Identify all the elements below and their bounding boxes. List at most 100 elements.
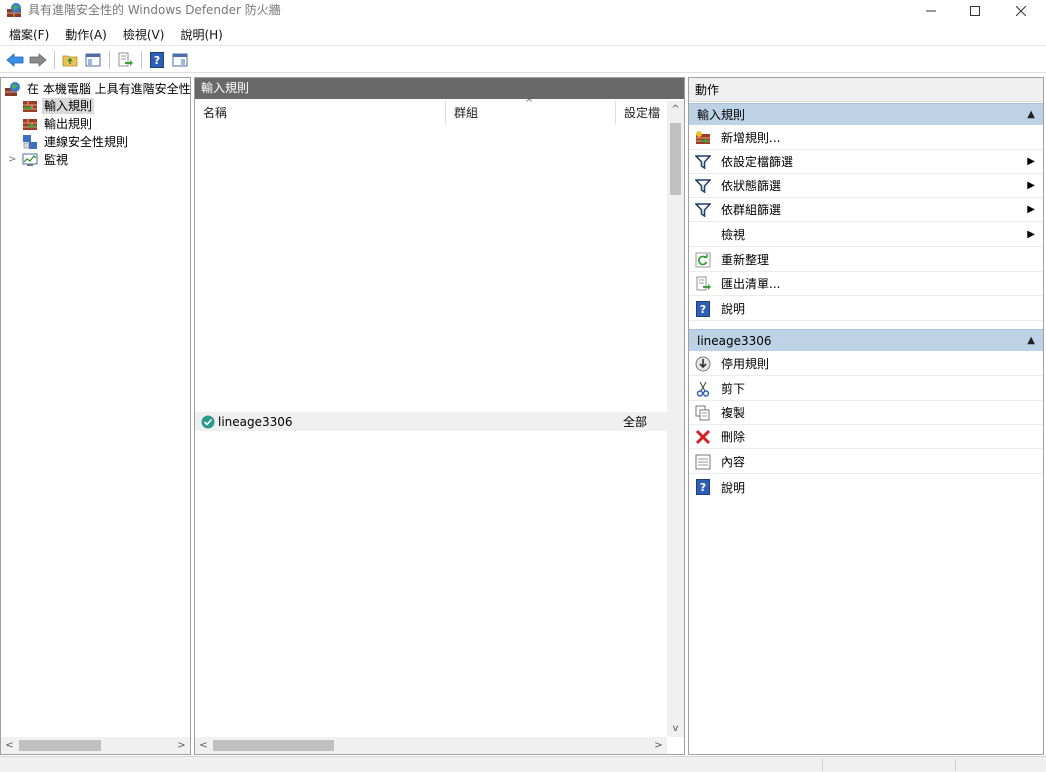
maximize-icon [970, 6, 980, 16]
export-list-button[interactable] [114, 49, 136, 71]
action-export-list[interactable]: 匯出清單... [689, 272, 1043, 296]
rules-vertical-scrollbar[interactable]: ^ v [667, 101, 684, 737]
column-header-name[interactable]: 名稱 [195, 101, 446, 125]
window-title: 具有進階安全性的 Windows Defender 防火牆 [28, 3, 281, 17]
scroll-up-icon[interactable]: ^ [667, 101, 684, 118]
action-help-rule[interactable]: ? 說明 [689, 475, 1043, 499]
folder-up-icon [62, 55, 78, 66]
status-bar [0, 756, 1046, 772]
scroll-left-icon[interactable]: < [195, 737, 212, 754]
toolbar-separator [141, 50, 142, 69]
action-label: 檢視 [721, 228, 746, 242]
minimize-button[interactable] [908, 0, 954, 22]
firewall-app-icon [7, 3, 21, 17]
menu-action[interactable]: 動作(A) [57, 24, 115, 46]
scroll-thumb[interactable] [670, 123, 681, 195]
action-filter-by-profile[interactable]: 依設定檔篩選 ▶ [689, 150, 1043, 174]
action-label: 新增規則... [721, 131, 781, 145]
rules-list-pane: 輸入規則 ^ 名稱 群組 設定檔 lineage3306 全部 ^ v < > [194, 77, 685, 755]
expand-chevron-icon[interactable]: > [8, 154, 16, 165]
show-hide-action-pane-button[interactable] [169, 49, 191, 71]
action-refresh[interactable]: 重新整理 [689, 248, 1043, 272]
inbound-rules-icon [23, 101, 37, 112]
section-header-label: 輸入規則 [697, 108, 746, 122]
submenu-arrow-icon: ▶ [1027, 156, 1035, 167]
toolbar-separator [109, 50, 110, 69]
help-button[interactable]: ? [146, 49, 168, 71]
table-row[interactable]: lineage3306 全部 [195, 412, 667, 431]
forward-arrow-icon [29, 52, 47, 67]
up-level-button[interactable] [59, 49, 81, 71]
action-label: 依群組篩選 [721, 203, 782, 217]
menu-view[interactable]: 檢視(V) [115, 24, 173, 46]
console-tree-icon [85, 53, 101, 66]
action-cut[interactable]: 剪下 [689, 377, 1043, 401]
submenu-arrow-icon: ▶ [1027, 180, 1035, 191]
scroll-thumb[interactable] [213, 740, 334, 751]
help-icon: ? [696, 479, 710, 495]
tree-item-label: 輸入規則 [42, 98, 95, 114]
tree-item-connection-security-rules[interactable]: 連線安全性規則 [22, 133, 130, 151]
tree-item-label: 監視 [44, 153, 69, 167]
tree-item-outbound-rules[interactable]: 輸出規則 [22, 115, 94, 133]
column-header-group[interactable]: 群組 [446, 101, 616, 125]
toolbar-separator [54, 50, 55, 69]
section-header-label: lineage3306 [697, 334, 772, 348]
scissors-icon [696, 381, 710, 397]
action-delete[interactable]: 刪除 [689, 425, 1043, 449]
submenu-arrow-icon: ▶ [1027, 229, 1035, 240]
firewall-globe-icon [5, 82, 20, 96]
action-label: 剪下 [721, 382, 746, 396]
forward-button[interactable] [27, 49, 49, 71]
action-disable-rule[interactable]: 停用規則 [689, 352, 1043, 376]
column-header-profile[interactable]: 設定檔 [616, 101, 667, 125]
action-copy[interactable]: 複製 [689, 401, 1043, 425]
action-pane-icon [172, 53, 188, 66]
collapse-triangle-icon[interactable]: ▲ [1027, 330, 1035, 352]
scroll-right-icon[interactable]: > [173, 737, 190, 754]
pane-header: 輸入規則 [195, 78, 684, 99]
filter-icon [695, 154, 711, 169]
back-arrow-icon [6, 52, 24, 67]
scroll-right-icon[interactable]: > [650, 737, 667, 754]
close-button[interactable] [998, 0, 1044, 22]
action-label: 停用規則 [721, 357, 770, 371]
tree-item-monitoring[interactable]: 監視 [22, 151, 70, 169]
rules-horizontal-scrollbar[interactable]: < > [195, 737, 667, 754]
svg-text:?: ? [700, 303, 706, 316]
action-view[interactable]: 檢視 ▶ [689, 223, 1043, 247]
section-header-inbound-rules[interactable]: 輸入規則 ▲ [689, 103, 1043, 125]
monitoring-icon [22, 153, 38, 166]
scroll-left-icon[interactable]: < [1, 737, 18, 754]
properties-icon [695, 454, 711, 469]
svg-text:?: ? [700, 481, 706, 494]
outbound-rules-icon [23, 119, 37, 130]
tree-horizontal-scrollbar[interactable]: < > [1, 737, 190, 754]
scroll-thumb[interactable] [19, 740, 101, 751]
back-button[interactable] [4, 49, 26, 71]
action-filter-by-state[interactable]: 依狀態篩選 ▶ [689, 174, 1043, 198]
section-header-selected-rule[interactable]: lineage3306 ▲ [689, 329, 1043, 351]
menu-help[interactable]: 說明(H) [172, 24, 230, 46]
action-label: 說明 [721, 480, 746, 495]
actions-pane: 動作 輸入規則 ▲ 新增規則... 依設定檔篩選 ▶ 依狀態篩選 ▶ 依群組篩選… [688, 77, 1044, 755]
action-label: 複製 [721, 406, 746, 420]
svg-text:?: ? [154, 54, 160, 67]
action-help[interactable]: ? 說明 [689, 297, 1043, 321]
action-label: 依狀態篩選 [721, 179, 782, 193]
action-new-rule[interactable]: 新增規則... [689, 126, 1043, 150]
action-filter-by-group[interactable]: 依群組篩選 ▶ [689, 198, 1043, 222]
action-properties[interactable]: 內容 [689, 450, 1043, 474]
scroll-down-icon[interactable]: v [667, 720, 684, 737]
show-hide-console-tree-button[interactable] [82, 49, 104, 71]
menu-bar: 檔案(F) 動作(A) 檢視(V) 說明(H) [0, 24, 1046, 46]
maximize-button[interactable] [952, 0, 998, 22]
menu-file[interactable]: 檔案(F) [0, 24, 57, 46]
tree-item-inbound-rules[interactable]: 輸入規則 [22, 97, 95, 115]
collapse-triangle-icon[interactable]: ▲ [1027, 104, 1035, 126]
tree-root-label: 在 本機電腦 上具有進階安全性的 [27, 82, 191, 96]
export-list-icon [118, 52, 133, 66]
refresh-icon [695, 252, 711, 267]
filter-icon [695, 202, 711, 217]
tree-root[interactable]: 在 本機電腦 上具有進階安全性的 [5, 80, 191, 98]
